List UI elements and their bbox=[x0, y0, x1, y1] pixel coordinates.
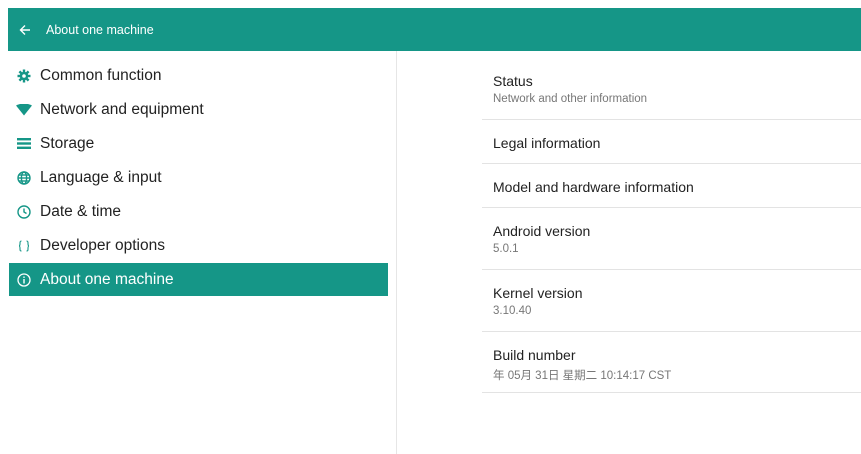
info-icon bbox=[9, 263, 39, 296]
sidebar-item-label: Language & input bbox=[40, 168, 162, 186]
page-title: About one machine bbox=[46, 22, 154, 37]
pref-title: Kernel version bbox=[493, 285, 583, 301]
app-bar: About one machine bbox=[8, 8, 861, 51]
sidebar-item-developer-options[interactable]: Developer options bbox=[9, 229, 388, 262]
pref-summary: Network and other information bbox=[493, 93, 648, 105]
braces-icon bbox=[9, 229, 39, 262]
pref-title: Legal information bbox=[493, 135, 601, 151]
sidebar-item-language[interactable]: Language & input bbox=[9, 161, 388, 194]
back-arrow-icon[interactable] bbox=[12, 8, 38, 51]
globe-icon bbox=[9, 161, 39, 194]
pref-summary: 3.10.40 bbox=[493, 305, 532, 317]
sidebar-item-common-function[interactable]: Common function bbox=[9, 59, 388, 92]
sidebar-item-label: Developer options bbox=[40, 236, 165, 254]
sidebar-item-about[interactable]: About one machine bbox=[9, 263, 388, 296]
sidebar-item-date-time[interactable]: Date & time bbox=[9, 195, 388, 228]
sidebar-item-storage[interactable]: Storage bbox=[9, 127, 388, 160]
pref-kernel-version[interactable]: Kernel version 3.10.40 bbox=[482, 270, 861, 332]
sidebar-item-label: Storage bbox=[40, 134, 95, 152]
window-top-margin bbox=[0, 0, 861, 8]
pref-title: Build number bbox=[493, 347, 576, 363]
about-detail-pane: Status Network and other information Leg… bbox=[397, 51, 861, 454]
clock-icon bbox=[9, 195, 39, 228]
pref-summary: 5.0.1 bbox=[493, 243, 519, 255]
pref-model-hardware[interactable]: Model and hardware information bbox=[482, 164, 861, 208]
pref-title: Model and hardware information bbox=[493, 179, 694, 195]
pref-title: Android version bbox=[493, 223, 591, 239]
pref-android-version[interactable]: Android version 5.0.1 bbox=[482, 208, 861, 270]
sidebar-item-label: Date & time bbox=[40, 202, 121, 220]
pref-summary: 年 05月 31日 星期二 10:14:17 CST bbox=[493, 370, 672, 382]
settings-sidebar: Common function Network and equipment St… bbox=[0, 51, 396, 454]
pref-legal-information[interactable]: Legal information bbox=[482, 120, 861, 164]
sidebar-item-label: Common function bbox=[40, 66, 162, 84]
sidebar-item-label: Network and equipment bbox=[40, 100, 204, 118]
pref-build-number[interactable]: Build number 年 05月 31日 星期二 10:14:17 CST bbox=[482, 332, 861, 393]
sidebar-item-network[interactable]: Network and equipment bbox=[9, 93, 388, 126]
pref-status[interactable]: Status Network and other information bbox=[482, 51, 861, 120]
storage-icon bbox=[9, 127, 39, 160]
wifi-icon bbox=[9, 93, 39, 126]
pref-title: Status bbox=[493, 73, 533, 89]
sidebar-item-label: About one machine bbox=[40, 270, 174, 288]
gear-icon bbox=[9, 59, 39, 92]
